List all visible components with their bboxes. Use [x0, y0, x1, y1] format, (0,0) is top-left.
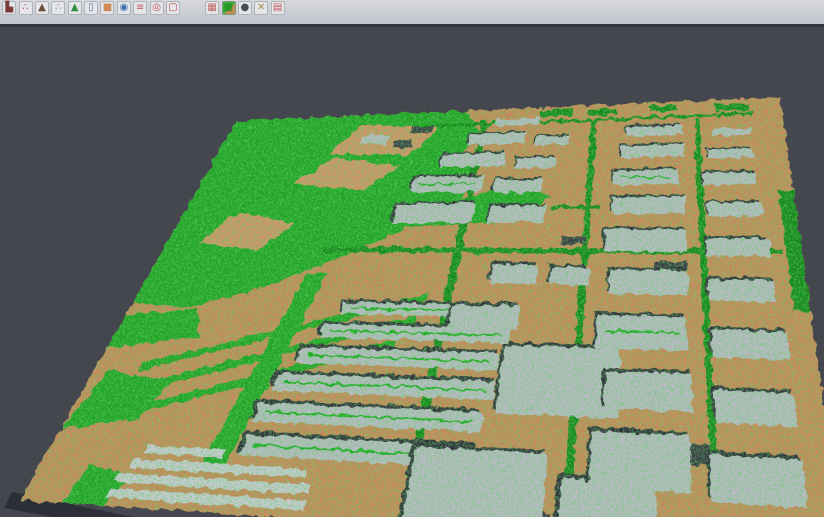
classification-map-icon-glyph: ▩ [224, 3, 233, 13]
vertical-ruler-icon[interactable]: ▯ [84, 1, 98, 15]
layers-icon[interactable]: ≡ [133, 1, 147, 15]
toolbar: ▙ ∴ ▲ ∴ ▲ ▯ ■ ◉ ≡ ◎ ▢ ▦ ▩ ● ✕ ▤ [0, 0, 824, 27]
application-window: { "window": {"background": "#45474f"}, "… [0, 0, 824, 517]
terrain-model-icon[interactable]: ▲ [68, 1, 82, 15]
terrain-scene-canvas[interactable] [0, 27, 824, 517]
layers-icon-glyph: ≡ [136, 3, 144, 13]
point-cloud-icon[interactable]: ∴ [51, 1, 65, 15]
sphere-view-icon-glyph: ● [241, 3, 250, 13]
mountain-view-icon[interactable]: ▲ [35, 1, 49, 15]
globe-icon-glyph: ◉ [119, 3, 128, 13]
open-project-icon-glyph: ▙ [5, 3, 13, 13]
grid-icon[interactable]: ▦ [205, 1, 219, 15]
measure-icon[interactable]: ✕ [254, 1, 268, 15]
point-cloud-icon-glyph: ∴ [55, 3, 61, 13]
align-points-icon[interactable]: ∴ [19, 1, 33, 15]
crop-region-icon[interactable]: ▢ [166, 1, 180, 15]
measure-icon-glyph: ✕ [257, 3, 265, 13]
profile-icon[interactable]: ▤ [271, 1, 285, 15]
target-icon-glyph: ◎ [152, 3, 161, 13]
terrain-model-icon-glyph: ▲ [71, 3, 79, 13]
terrain-model [0, 60, 824, 517]
orthophoto-icon-glyph: ■ [103, 3, 112, 13]
classification-noise-overlay [0, 60, 824, 517]
3d-viewport[interactable] [0, 27, 824, 517]
target-icon[interactable]: ◎ [150, 1, 164, 15]
profile-icon-glyph: ▤ [273, 3, 282, 13]
vertical-ruler-icon-glyph: ▯ [88, 3, 94, 13]
mountain-view-icon-glyph: ▲ [38, 3, 46, 13]
orthophoto-icon[interactable]: ■ [100, 1, 114, 15]
open-project-icon[interactable]: ▙ [2, 1, 16, 15]
classification-map-icon[interactable]: ▩ [222, 1, 236, 15]
globe-icon[interactable]: ◉ [117, 1, 131, 15]
grid-icon-glyph: ▦ [207, 3, 216, 13]
align-points-icon-glyph: ∴ [22, 3, 28, 13]
sphere-view-icon[interactable]: ● [238, 1, 252, 15]
crop-region-icon-glyph: ▢ [168, 3, 177, 13]
